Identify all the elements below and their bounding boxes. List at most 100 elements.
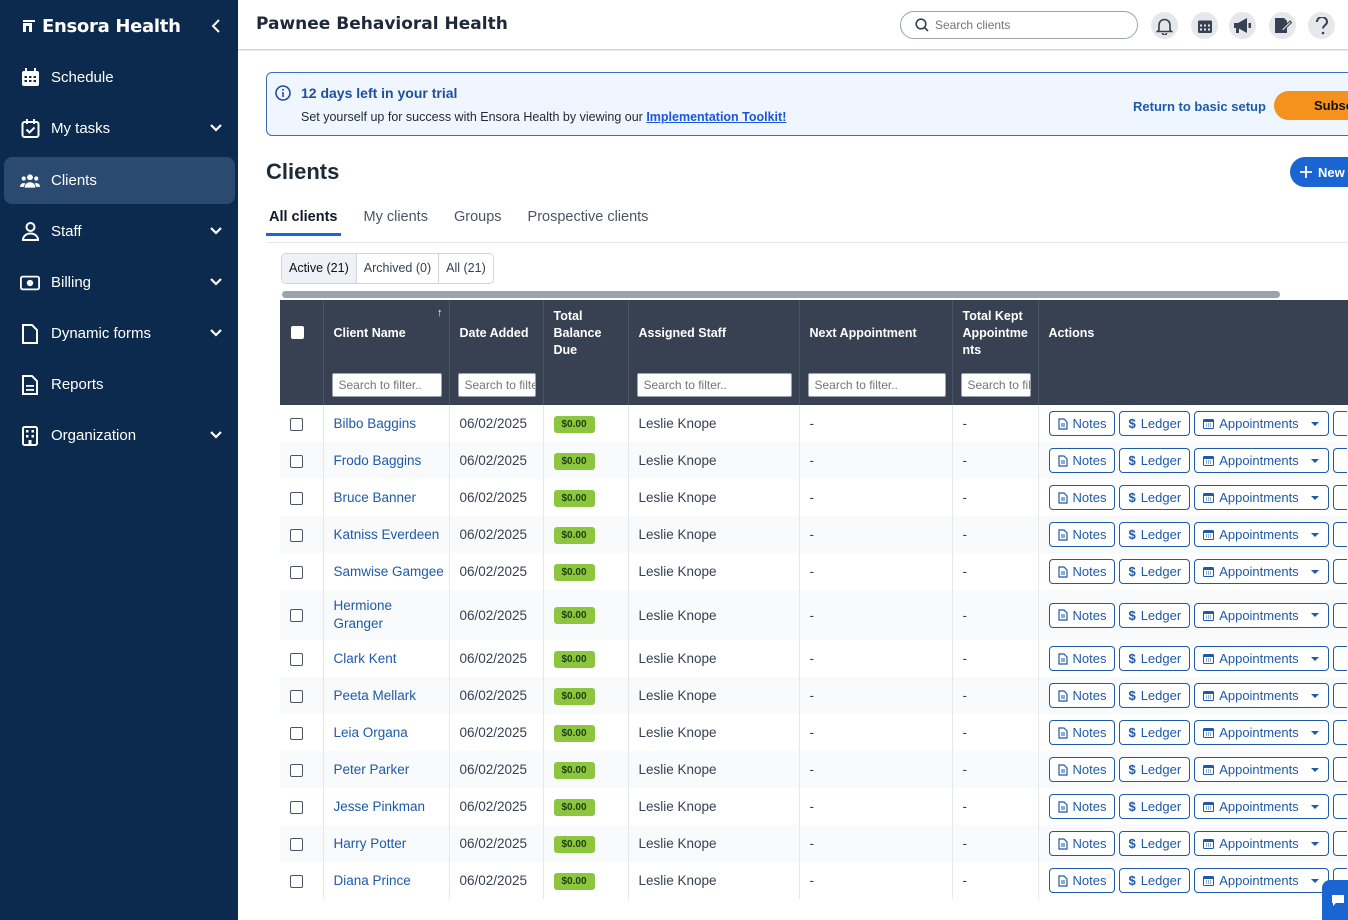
appointments-dropdown[interactable]: Appointments [1194, 683, 1329, 708]
tab-my-clients[interactable]: My clients [361, 208, 431, 236]
notes-button[interactable]: Notes [1049, 448, 1116, 473]
ledger-button[interactable]: $ Ledger [1119, 720, 1190, 745]
ledger-button[interactable]: $ Ledger [1119, 794, 1190, 819]
implementation-toolkit-link[interactable]: Implementation Toolkit! [646, 110, 786, 124]
appointments-dropdown[interactable]: Appointments [1194, 794, 1329, 819]
row-checkbox[interactable] [290, 529, 303, 542]
notes-button[interactable]: Notes [1049, 559, 1116, 584]
ledger-button[interactable]: $ Ledger [1119, 646, 1190, 671]
appointments-dropdown[interactable]: Appointments [1194, 411, 1329, 436]
sidebar-item-billing[interactable]: Billing [4, 259, 235, 306]
ledger-button[interactable]: $ Ledger [1119, 485, 1190, 510]
search-input[interactable] [935, 18, 1125, 32]
chevron-down-icon[interactable] [209, 224, 223, 238]
more-actions-button[interactable] [1333, 757, 1347, 782]
filter-all[interactable]: All (21) [439, 254, 493, 283]
row-checkbox[interactable] [290, 727, 303, 740]
date-added-header[interactable]: Date Added [449, 300, 543, 405]
appointments-dropdown[interactable]: Appointments [1194, 720, 1329, 745]
row-checkbox[interactable] [290, 455, 303, 468]
client-name-link[interactable]: Jesse Pinkman [334, 798, 449, 816]
ledger-button[interactable]: $ Ledger [1119, 411, 1190, 436]
appointments-dropdown[interactable]: Appointments [1194, 448, 1329, 473]
client-search[interactable] [900, 11, 1138, 39]
appointments-dropdown[interactable]: Appointments [1194, 646, 1329, 671]
notes-button[interactable]: Notes [1049, 646, 1116, 671]
appointments-dropdown[interactable]: Appointments [1194, 603, 1329, 628]
sidebar-item-reports[interactable]: Reports [4, 361, 235, 408]
appointments-dropdown[interactable]: Appointments [1194, 831, 1329, 856]
ledger-button[interactable]: $ Ledger [1119, 559, 1190, 584]
client-name-link[interactable]: Peter Parker [334, 761, 449, 779]
more-actions-button[interactable] [1333, 831, 1347, 856]
horizontal-scrollbar[interactable] [282, 291, 1280, 298]
notes-button[interactable]: Notes [1049, 522, 1116, 547]
ledger-button[interactable]: $ Ledger [1119, 757, 1190, 782]
notes-button[interactable]: Notes [1049, 485, 1116, 510]
date-added-filter[interactable] [458, 373, 536, 397]
row-checkbox[interactable] [290, 764, 303, 777]
client-name-link[interactable]: Diana Prince [334, 872, 449, 890]
documents-button[interactable] [1269, 12, 1296, 39]
appointments-dropdown[interactable]: Appointments [1194, 522, 1329, 547]
more-actions-button[interactable] [1333, 683, 1347, 708]
assigned-staff-header[interactable]: Assigned Staff [628, 300, 799, 405]
new-client-button[interactable]: New [1290, 157, 1348, 187]
ledger-button[interactable]: $ Ledger [1119, 683, 1190, 708]
tab-prospective-clients[interactable]: Prospective clients [525, 208, 652, 236]
sidebar-item-organization[interactable]: Organization [4, 412, 235, 459]
filter-archived[interactable]: Archived (0) [357, 254, 439, 283]
row-checkbox[interactable] [290, 609, 303, 622]
chat-widget-button[interactable] [1322, 880, 1348, 920]
tab-groups[interactable]: Groups [451, 208, 505, 236]
client-name-link[interactable]: Bruce Banner [334, 489, 449, 507]
ledger-button[interactable]: $ Ledger [1119, 868, 1190, 893]
row-checkbox[interactable] [290, 418, 303, 431]
client-name-link[interactable]: Frodo Baggins [334, 452, 449, 470]
kept-appointments-header[interactable]: Total Kept Appointme nts [952, 300, 1038, 405]
more-actions-button[interactable] [1333, 559, 1347, 584]
client-name-filter[interactable] [332, 373, 442, 397]
appointments-dropdown[interactable]: Appointments [1194, 868, 1329, 893]
next-appointment-header[interactable]: Next Appointment [799, 300, 952, 405]
notes-button[interactable]: Notes [1049, 720, 1116, 745]
more-actions-button[interactable] [1333, 603, 1347, 628]
ledger-button[interactable]: $ Ledger [1119, 448, 1190, 473]
notes-button[interactable]: Notes [1049, 831, 1116, 856]
balance-header[interactable]: Total Balance Due [543, 300, 628, 405]
collapse-sidebar-button[interactable] [206, 16, 226, 36]
select-all-checkbox[interactable] [291, 326, 304, 339]
assigned-staff-filter[interactable] [637, 373, 792, 397]
sidebar-item-schedule[interactable]: Schedule [4, 54, 235, 101]
row-checkbox[interactable] [290, 838, 303, 851]
client-name-link[interactable]: Hermione Granger [334, 597, 404, 633]
appointments-dropdown[interactable]: Appointments [1194, 757, 1329, 782]
help-button[interactable] [1308, 12, 1335, 39]
more-actions-button[interactable] [1333, 720, 1347, 745]
more-actions-button[interactable] [1333, 522, 1347, 547]
chevron-down-icon[interactable] [209, 121, 223, 135]
more-actions-button[interactable] [1333, 794, 1347, 819]
row-checkbox[interactable] [290, 492, 303, 505]
client-name-link[interactable]: Leia Organa [334, 724, 449, 742]
client-name-link[interactable]: Clark Kent [334, 650, 449, 668]
next-appointment-filter[interactable] [808, 373, 946, 397]
return-to-basic-setup-link[interactable]: Return to basic setup [1133, 99, 1266, 114]
kept-appointments-filter[interactable] [961, 373, 1031, 397]
client-name-link[interactable]: Peeta Mellark [334, 687, 449, 705]
sidebar-item-clients[interactable]: Clients [4, 157, 235, 204]
tab-all-clients[interactable]: All clients [266, 208, 341, 236]
subscribe-button[interactable]: Subscribe [1274, 91, 1348, 120]
ledger-button[interactable]: $ Ledger [1119, 522, 1190, 547]
chevron-down-icon[interactable] [209, 326, 223, 340]
brand[interactable]: Ensora Health [0, 0, 238, 52]
ledger-button[interactable]: $ Ledger [1119, 831, 1190, 856]
notifications-button[interactable] [1151, 12, 1178, 39]
filter-active[interactable]: Active (21) [282, 254, 357, 283]
client-name-link[interactable]: Harry Potter [334, 835, 449, 853]
announcements-button[interactable] [1229, 12, 1256, 39]
sidebar-item-dynamic-forms[interactable]: Dynamic forms [4, 310, 235, 357]
row-checkbox[interactable] [290, 875, 303, 888]
client-name-header[interactable]: ↑ Client Name [323, 300, 449, 405]
appointments-dropdown[interactable]: Appointments [1194, 559, 1329, 584]
